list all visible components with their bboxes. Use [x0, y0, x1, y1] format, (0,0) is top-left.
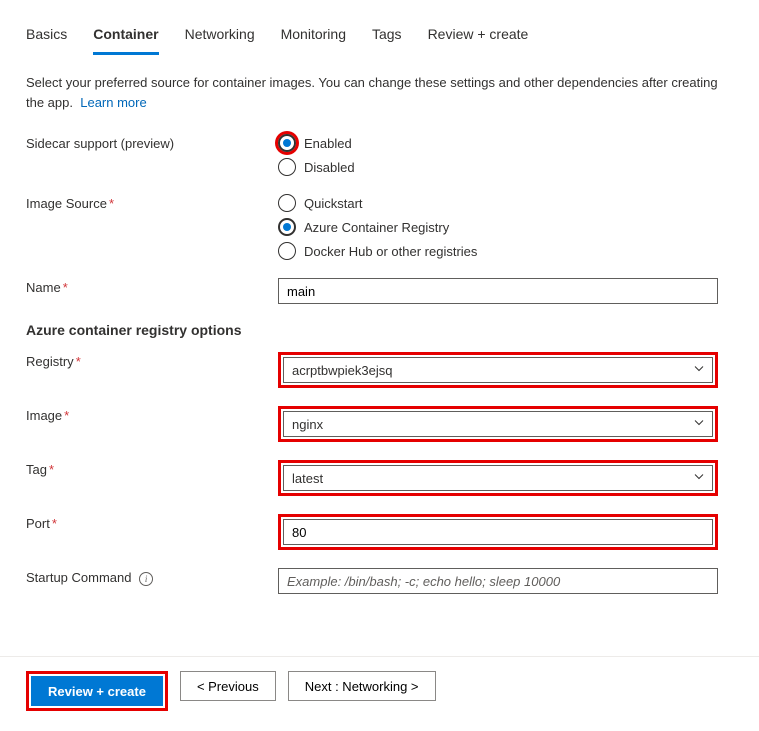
sidecar-label: Sidecar support (preview)	[26, 134, 278, 151]
radio-sidecar-enabled[interactable]: Enabled	[278, 134, 718, 152]
tabs: Basics Container Networking Monitoring T…	[26, 20, 733, 55]
radio-label: Quickstart	[304, 196, 363, 211]
dropdown-value: latest	[292, 471, 323, 486]
radio-label: Disabled	[304, 160, 355, 175]
startup-input[interactable]	[278, 568, 718, 594]
radio-icon	[278, 242, 296, 260]
dropdown-value: nginx	[292, 417, 323, 432]
radio-icon	[278, 218, 296, 236]
radio-icon	[278, 158, 296, 176]
tab-monitoring[interactable]: Monitoring	[281, 20, 346, 55]
image-source-label: Image Source*	[26, 194, 278, 211]
tab-basics[interactable]: Basics	[26, 20, 67, 55]
chevron-down-icon	[693, 363, 705, 378]
tag-label: Tag*	[26, 460, 278, 477]
dropdown-value: acrptbwpiek3ejsq	[292, 363, 392, 378]
tag-dropdown[interactable]: latest	[283, 465, 713, 491]
radio-icon	[278, 134, 296, 152]
radio-label: Docker Hub or other registries	[304, 244, 477, 259]
tab-container[interactable]: Container	[93, 20, 158, 55]
radio-sidecar-disabled[interactable]: Disabled	[278, 158, 718, 176]
radio-label: Azure Container Registry	[304, 220, 449, 235]
startup-label: Startup Command i	[26, 568, 278, 586]
port-label: Port*	[26, 514, 278, 531]
tab-tags[interactable]: Tags	[372, 20, 402, 55]
acr-section-heading: Azure container registry options	[26, 322, 733, 338]
name-input[interactable]	[278, 278, 718, 304]
image-label: Image*	[26, 406, 278, 423]
image-dropdown[interactable]: nginx	[283, 411, 713, 437]
registry-label: Registry*	[26, 352, 278, 369]
next-button[interactable]: Next : Networking >	[288, 671, 436, 701]
description: Select your preferred source for contain…	[26, 73, 733, 112]
radio-source-acr[interactable]: Azure Container Registry	[278, 218, 718, 236]
chevron-down-icon	[693, 417, 705, 432]
port-input[interactable]	[283, 519, 713, 545]
learn-more-link[interactable]: Learn more	[80, 95, 146, 110]
name-label: Name*	[26, 278, 278, 295]
radio-source-quickstart[interactable]: Quickstart	[278, 194, 718, 212]
review-create-button[interactable]: Review + create	[31, 676, 163, 706]
footer: Review + create < Previous Next : Networ…	[0, 656, 759, 731]
registry-dropdown[interactable]: acrptbwpiek3ejsq	[283, 357, 713, 383]
tab-networking[interactable]: Networking	[185, 20, 255, 55]
tab-review[interactable]: Review + create	[428, 20, 529, 55]
previous-button[interactable]: < Previous	[180, 671, 276, 701]
radio-source-docker[interactable]: Docker Hub or other registries	[278, 242, 718, 260]
chevron-down-icon	[693, 471, 705, 486]
info-icon[interactable]: i	[139, 572, 153, 586]
radio-label: Enabled	[304, 136, 352, 151]
radio-icon	[278, 194, 296, 212]
